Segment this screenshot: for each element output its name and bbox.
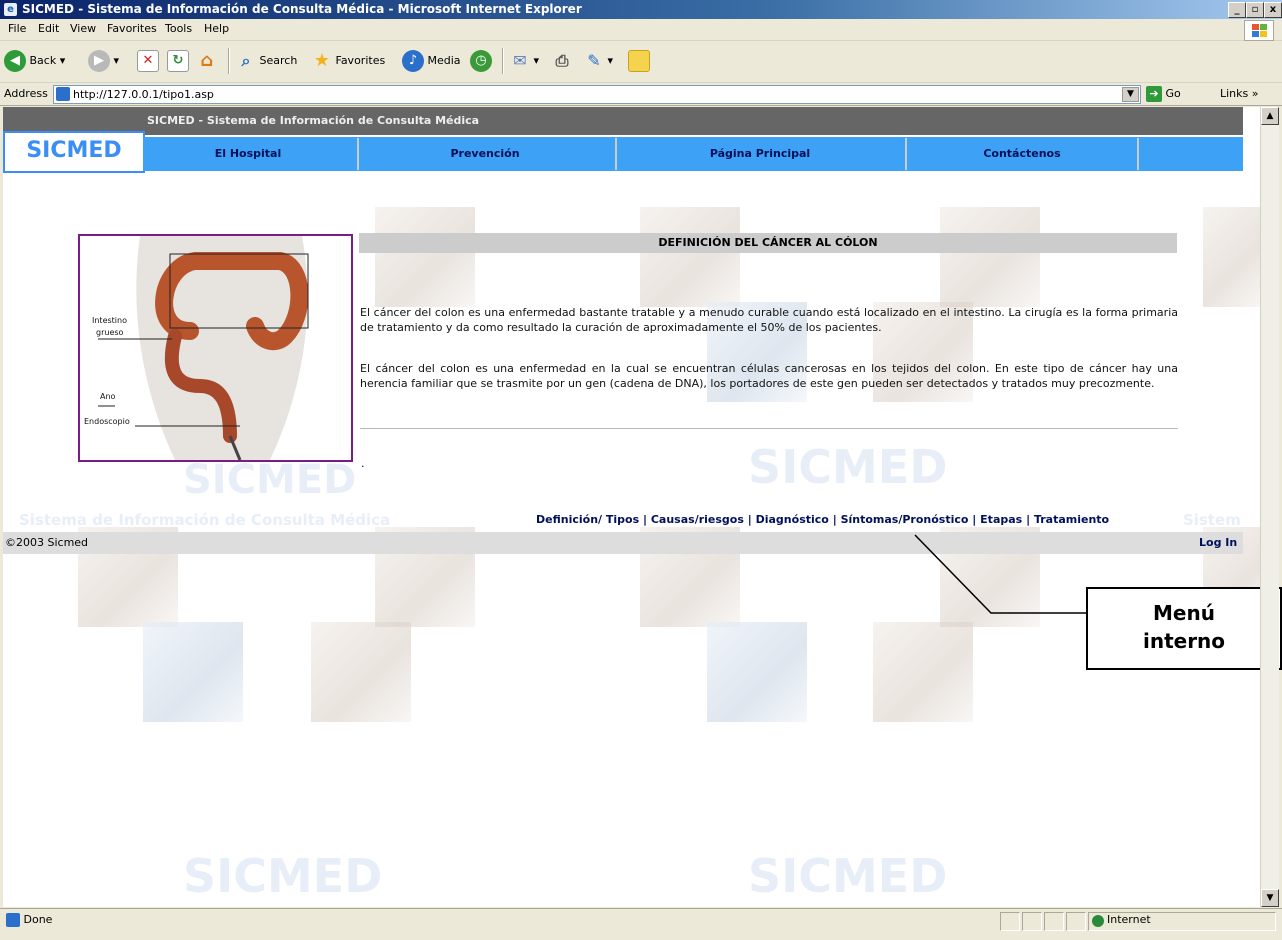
address-label: Address	[4, 87, 48, 100]
print-button[interactable]: ⎙	[552, 49, 572, 73]
go-arrow-icon: ➔	[1146, 86, 1162, 102]
favorites-label: Favorites	[335, 54, 386, 67]
menu-bar: File Edit View Favorites Tools Help	[0, 19, 1282, 41]
mail-button[interactable]: ✉ ▾	[510, 49, 539, 73]
menu-tools[interactable]: Tools	[165, 22, 192, 35]
back-button[interactable]: ◀ Back ▾	[4, 49, 65, 73]
toolbar-separator	[502, 48, 504, 74]
status-panel	[1022, 912, 1042, 931]
window-title-bar[interactable]: e SICMED - Sistema de Información de Con…	[0, 0, 1282, 19]
back-label: Back	[29, 54, 57, 67]
edit-button[interactable]: ✎ ▾	[584, 49, 613, 73]
scroll-up-button[interactable]: ▲	[1261, 107, 1279, 125]
media-icon: ♪	[402, 50, 424, 72]
toolbar-separator	[228, 48, 230, 74]
status-panel	[1044, 912, 1064, 931]
chevron-down-icon: ▾	[113, 54, 120, 67]
messenger-button[interactable]	[628, 49, 650, 73]
callout-line-2: interno	[1142, 629, 1226, 653]
status-bar: Done Internet	[0, 908, 1282, 940]
window-title: SICMED - Sistema de Información de Consu…	[22, 2, 582, 16]
search-button[interactable]: ⌕ Search	[236, 49, 298, 73]
status-panel	[1066, 912, 1086, 931]
menu-edit[interactable]: Edit	[38, 22, 59, 35]
menu-help[interactable]: Help	[204, 22, 229, 35]
minimize-button[interactable]: _	[1228, 2, 1246, 18]
menu-favorites[interactable]: Favorites	[107, 22, 157, 35]
chevron-down-icon: ▾	[607, 54, 614, 67]
status-text: Done	[23, 913, 53, 926]
refresh-button[interactable]: ↻	[167, 49, 189, 73]
globe-icon	[1092, 915, 1104, 927]
search-icon: ⌕	[241, 51, 251, 70]
ie-page-icon	[6, 913, 20, 927]
zone-label: Internet	[1107, 913, 1151, 926]
forward-arrow-icon: ▶	[88, 50, 110, 72]
favorites-button[interactable]: ★ Favorites	[312, 49, 385, 73]
print-icon: ⎙	[555, 51, 569, 70]
windows-logo-icon	[1244, 20, 1274, 41]
home-icon: ⌂	[200, 50, 214, 71]
media-button[interactable]: ♪ Media	[402, 49, 461, 73]
callout-pointer	[914, 534, 1086, 614]
callout-annotation: Menú interno	[1086, 587, 1282, 670]
scroll-down-button[interactable]: ▼	[1261, 889, 1279, 907]
ie-icon: e	[4, 3, 17, 16]
status-panel	[1000, 912, 1020, 931]
toolbar: ◀ Back ▾ ▶ ▾ ✕ ↻ ⌂ ⌕ Search ★ Favorites …	[0, 41, 1282, 83]
status-zone: Internet	[1088, 912, 1276, 931]
folder-icon	[628, 50, 650, 72]
refresh-icon: ↻	[167, 50, 189, 72]
forward-button[interactable]: ▶ ▾	[88, 49, 119, 73]
address-dropdown-button[interactable]: ▼	[1122, 87, 1139, 102]
media-label: Media	[427, 54, 461, 67]
address-bar: Address http://127.0.0.1/tipo1.asp ▼ ➔ G…	[0, 83, 1282, 106]
menu-file[interactable]: File	[8, 22, 26, 35]
history-icon: ◷	[470, 50, 492, 72]
stop-icon: ✕	[137, 50, 159, 72]
star-icon: ★	[313, 50, 331, 71]
address-url: http://127.0.0.1/tipo1.asp	[73, 88, 214, 101]
search-label: Search	[259, 54, 298, 67]
maximize-button[interactable]: ▫	[1246, 2, 1264, 18]
edit-icon: ✎	[587, 51, 601, 70]
home-button[interactable]: ⌂	[197, 49, 217, 73]
address-input[interactable]: http://127.0.0.1/tipo1.asp ▼	[53, 85, 1141, 104]
go-button[interactable]: ➔ Go	[1146, 86, 1181, 102]
links-button[interactable]: Links »	[1220, 87, 1258, 100]
go-label: Go	[1165, 87, 1181, 100]
stop-button[interactable]: ✕	[137, 49, 159, 73]
page-viewport: SICMED SICMED SICMED SICMED Sistema de I…	[3, 107, 1260, 907]
back-arrow-icon: ◀	[4, 50, 26, 72]
callout-line-1: Menú	[1153, 601, 1215, 625]
menu-view[interactable]: View	[70, 22, 96, 35]
chevron-down-icon: ▾	[533, 54, 540, 67]
close-button[interactable]: x	[1264, 2, 1282, 18]
ie-page-icon	[56, 87, 70, 101]
mail-icon: ✉	[513, 51, 527, 70]
vertical-scrollbar[interactable]: ▲ ▼	[1260, 107, 1279, 907]
chevron-down-icon: ▾	[59, 54, 66, 67]
history-button[interactable]: ◷	[470, 49, 492, 73]
status-done: Done	[6, 913, 52, 927]
